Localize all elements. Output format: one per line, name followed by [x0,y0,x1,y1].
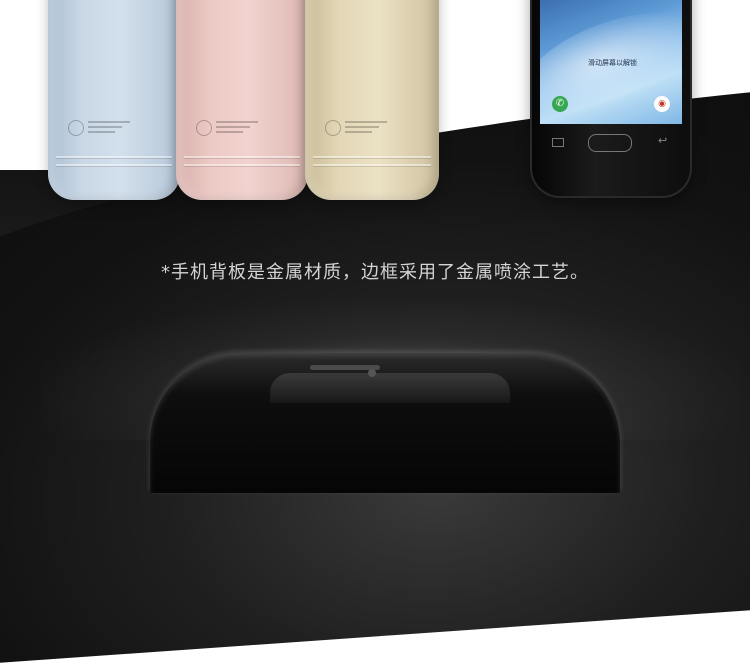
antenna-line [184,164,300,166]
antenna-line [313,156,431,158]
phone-back-gold [305,0,439,200]
phone-screen: 滑动屏幕以解锁 ✆ ◉ [540,0,682,124]
antenna-line [313,164,431,166]
phone-back-blue [48,0,180,200]
camera-icon: ◉ [654,96,670,112]
recent-apps-icon [552,138,564,147]
logo-mark-icon [68,120,84,136]
front-camera-icon [368,369,376,377]
antenna-line [56,156,172,158]
phone-call-icon: ✆ [552,96,568,112]
unlock-hint: 滑动屏幕以解锁 [588,59,637,67]
phone-back-pink [176,0,308,200]
fine-print [216,121,258,136]
antenna-line [184,156,300,158]
logo-mark-icon [325,120,341,136]
phone-front-black: 滑动屏幕以解锁 ✆ ◉ ↩ [530,0,692,198]
home-button-icon [588,134,632,152]
product-banner: 滑动屏幕以解锁 ✆ ◉ ↩ *手机背板是金属材质，边框采用了金属喷涂工艺。 [0,0,750,670]
phone-top-bezel [270,373,510,403]
fine-print [88,121,130,136]
back-arrow-icon: ↩ [658,134,668,147]
logo-mark-icon [196,120,212,136]
phone-bottom-black [150,353,620,493]
antenna-line [56,164,172,166]
material-caption: *手机背板是金属材质，边框采用了金属喷涂工艺。 [161,262,589,283]
fine-print [345,121,387,136]
